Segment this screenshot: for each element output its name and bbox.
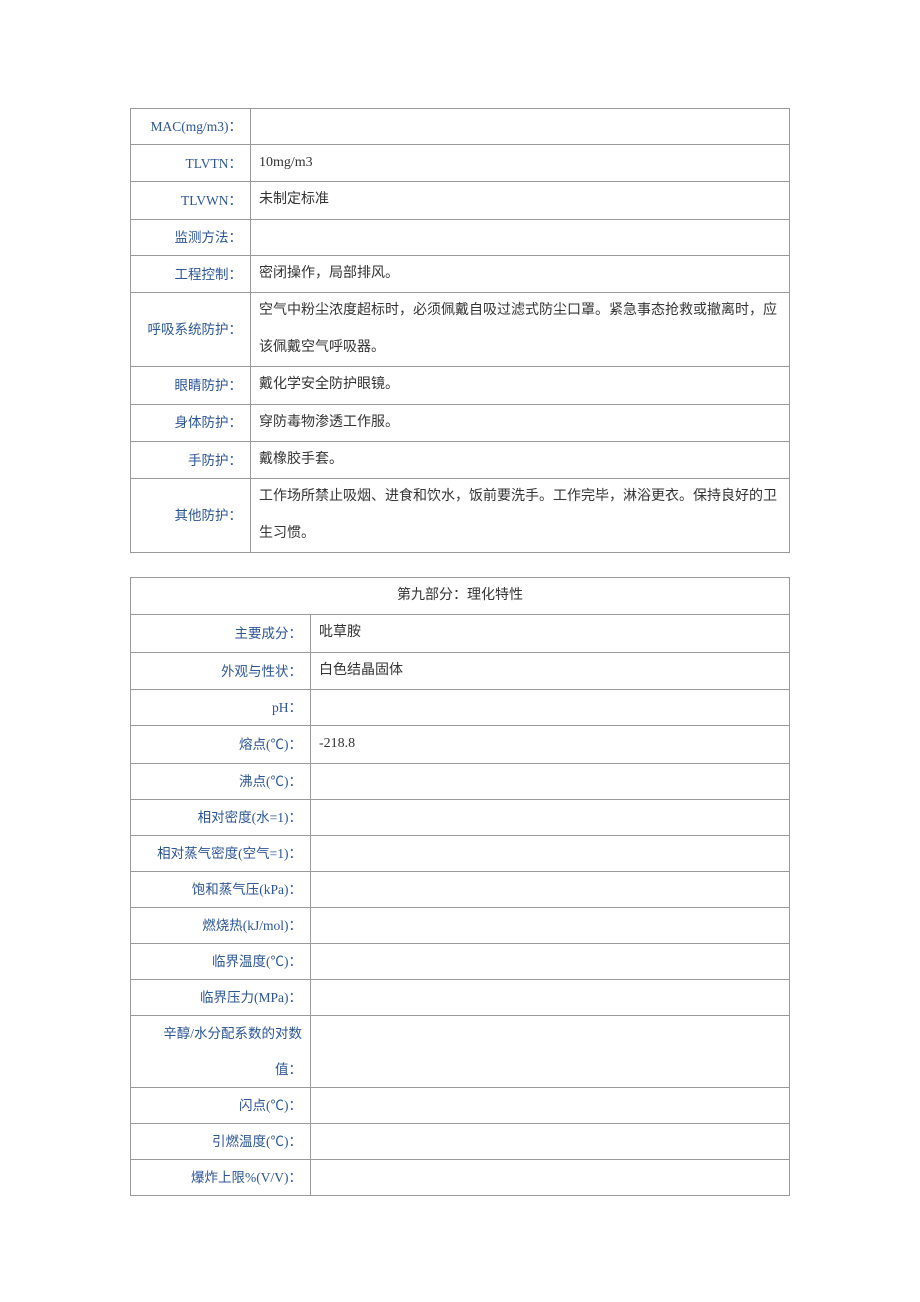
row-value: 白色结晶固体: [311, 652, 790, 689]
row-value: [311, 690, 790, 726]
row-value: 穿防毒物渗透工作服。: [251, 404, 790, 441]
protection-table: MAC(mg/m3)： TLVTN： 10mg/m3 TLVWN： 未制定标准 …: [130, 108, 790, 553]
row-value: [311, 835, 790, 871]
table-row: 爆炸上限%(V/V)：: [131, 1159, 790, 1195]
row-label: 其他防护：: [131, 479, 251, 553]
row-label: 辛醇/水分配系数的对数值：: [131, 1016, 311, 1087]
table-row: 工程控制： 密闭操作，局部排风。: [131, 255, 790, 292]
table-row: 燃烧热(kJ/mol)：: [131, 908, 790, 944]
row-label: 闪点(℃)：: [131, 1087, 311, 1123]
row-value: 密闭操作，局部排风。: [251, 255, 790, 292]
row-label: 监测方法：: [131, 219, 251, 255]
table-row: TLVTN： 10mg/m3: [131, 145, 790, 182]
table-row: 临界压力(MPa)：: [131, 980, 790, 1016]
row-value: [311, 944, 790, 980]
table-row: 身体防护： 穿防毒物渗透工作服。: [131, 404, 790, 441]
table-row: MAC(mg/m3)：: [131, 109, 790, 145]
section-header-row: 第九部分：理化特性: [131, 578, 790, 615]
row-value: [251, 109, 790, 145]
row-label: TLVWN：: [131, 182, 251, 219]
table-row: 临界温度(℃)：: [131, 944, 790, 980]
row-label: 燃烧热(kJ/mol)：: [131, 908, 311, 944]
row-value: [251, 219, 790, 255]
row-label: 相对密度(水=1)：: [131, 799, 311, 835]
row-value: [311, 799, 790, 835]
table-row: 引燃温度(℃)：: [131, 1123, 790, 1159]
row-label: 饱和蒸气压(kPa)：: [131, 872, 311, 908]
table-row: 其他防护： 工作场所禁止吸烟、进食和饮水，饭前要洗手。工作完毕，淋浴更衣。保持良…: [131, 479, 790, 553]
table-row: TLVWN： 未制定标准: [131, 182, 790, 219]
row-value: [311, 1123, 790, 1159]
row-value: [311, 872, 790, 908]
row-label: 身体防护：: [131, 404, 251, 441]
row-label: 手防护：: [131, 441, 251, 478]
row-value: [311, 1087, 790, 1123]
row-value: 工作场所禁止吸烟、进食和饮水，饭前要洗手。工作完毕，淋浴更衣。保持良好的卫生习惯…: [251, 479, 790, 553]
table-row: 手防护： 戴橡胶手套。: [131, 441, 790, 478]
table-row: 呼吸系统防护： 空气中粉尘浓度超标时，必须佩戴自吸过滤式防尘口罩。紧急事态抢救或…: [131, 293, 790, 367]
row-label: 引燃温度(℃)：: [131, 1123, 311, 1159]
row-label: 眼睛防护：: [131, 367, 251, 404]
section-header: 第九部分：理化特性: [131, 578, 790, 615]
table-row: 沸点(℃)：: [131, 763, 790, 799]
row-value: -218.8: [311, 726, 790, 763]
table-row: 辛醇/水分配系数的对数值：: [131, 1016, 790, 1087]
row-value: 空气中粉尘浓度超标时，必须佩戴自吸过滤式防尘口罩。紧急事态抢救或撤离时，应该佩戴…: [251, 293, 790, 367]
row-label: 临界温度(℃)：: [131, 944, 311, 980]
row-label: MAC(mg/m3)：: [131, 109, 251, 145]
row-value: [311, 980, 790, 1016]
table-row: 眼睛防护： 戴化学安全防护眼镜。: [131, 367, 790, 404]
table-row: 熔点(℃)： -218.8: [131, 726, 790, 763]
row-value: [311, 1016, 790, 1087]
row-label: 爆炸上限%(V/V)：: [131, 1159, 311, 1195]
row-label: pH：: [131, 690, 311, 726]
physicochemical-table: 第九部分：理化特性 主要成分： 吡草胺 外观与性状： 白色结晶固体 pH： 熔点…: [130, 577, 790, 1196]
row-value: 未制定标准: [251, 182, 790, 219]
table-row: 相对蒸气密度(空气=1)：: [131, 835, 790, 871]
row-value: 10mg/m3: [251, 145, 790, 182]
document-page: MAC(mg/m3)： TLVTN： 10mg/m3 TLVWN： 未制定标准 …: [0, 0, 920, 1276]
table-row: 相对密度(水=1)：: [131, 799, 790, 835]
row-value: 吡草胺: [311, 615, 790, 652]
row-label: 临界压力(MPa)：: [131, 980, 311, 1016]
table-row: 饱和蒸气压(kPa)：: [131, 872, 790, 908]
spacer: [130, 553, 790, 577]
row-label: 外观与性状：: [131, 652, 311, 689]
table-row: 监测方法：: [131, 219, 790, 255]
row-value: [311, 908, 790, 944]
row-value: [311, 763, 790, 799]
row-label: TLVTN：: [131, 145, 251, 182]
table-row: 外观与性状： 白色结晶固体: [131, 652, 790, 689]
row-value: [311, 1159, 790, 1195]
row-label: 呼吸系统防护：: [131, 293, 251, 367]
row-label: 主要成分：: [131, 615, 311, 652]
row-label: 熔点(℃)：: [131, 726, 311, 763]
table-row: 主要成分： 吡草胺: [131, 615, 790, 652]
table-row: pH：: [131, 690, 790, 726]
row-label: 相对蒸气密度(空气=1)：: [131, 835, 311, 871]
table-row: 闪点(℃)：: [131, 1087, 790, 1123]
row-value: 戴化学安全防护眼镜。: [251, 367, 790, 404]
row-label: 工程控制：: [131, 255, 251, 292]
row-label: 沸点(℃)：: [131, 763, 311, 799]
row-value: 戴橡胶手套。: [251, 441, 790, 478]
